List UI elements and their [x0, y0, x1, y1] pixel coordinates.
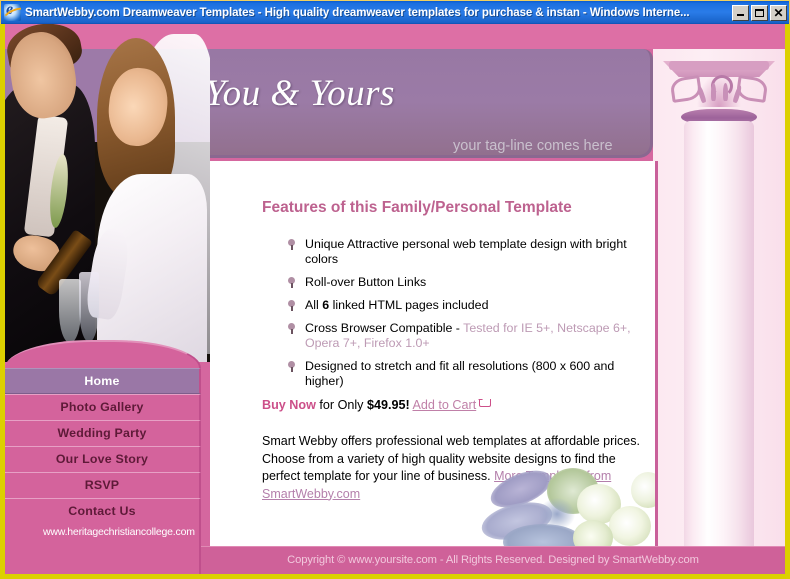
close-button[interactable]: ✕: [770, 4, 787, 21]
main-navigation: Home Photo Gallery Wedding Party Our Lov…: [5, 340, 201, 524]
wedding-couple-photo: [5, 24, 210, 362]
window-titlebar: SmartWebby.com Dreamweaver Templates - H…: [0, 0, 790, 24]
feature-text: Cross Browser Compatible -: [305, 321, 464, 335]
footer-bar: Copyright © www.yoursite.com - All Right…: [201, 546, 785, 574]
nav-rounded-cap: [5, 340, 201, 368]
add-to-cart-link[interactable]: Add to Cart: [413, 398, 477, 412]
buy-now-label: Buy Now: [262, 398, 316, 412]
description-paragraph: Smart Webby offers professional web temp…: [262, 433, 654, 503]
copyright-text: Copyright © www.yoursite.com - All Right…: [287, 554, 699, 566]
bullet-pin-icon: [288, 277, 295, 288]
feature-text-prefix: All: [305, 298, 323, 312]
maximize-button[interactable]: [751, 4, 768, 21]
bullet-pin-icon: [288, 323, 295, 334]
feature-text: Roll-over Button Links: [305, 275, 427, 289]
list-item: Designed to stretch and fit all resoluti…: [286, 359, 655, 389]
page-title: Features of this Family/Personal Templat…: [262, 199, 572, 216]
website-root: You & Yours your tag-line comes here Fea…: [5, 24, 785, 574]
feature-text-suffix: linked HTML pages included: [329, 298, 489, 312]
feature-text: Unique Attractive personal web template …: [305, 237, 627, 266]
internet-explorer-icon: [4, 4, 21, 21]
list-item: Cross Browser Compatible - Tested for IE…: [286, 321, 655, 351]
nav-item-rsvp[interactable]: RSVP: [5, 472, 201, 498]
flower-lavender: [477, 495, 557, 547]
minimize-button[interactable]: [732, 4, 749, 21]
champagne-glass: [79, 272, 99, 342]
site-tagline: your tag-line comes here: [453, 138, 613, 154]
features-list: Unique Attractive personal web template …: [286, 237, 655, 397]
minimize-icon: [737, 14, 744, 16]
site-title: You & Yours: [205, 73, 395, 114]
bullet-pin-icon: [288, 239, 295, 250]
close-icon: ✕: [773, 5, 784, 20]
price-label: $49.95!: [366, 398, 410, 412]
nav-item-wedding-party[interactable]: Wedding Party: [5, 420, 201, 446]
decorative-pillar-graphic: [653, 49, 785, 549]
window-controls: ✕: [732, 4, 787, 21]
pillar-shaft: [684, 121, 754, 549]
content-panel: Features of this Family/Personal Templat…: [210, 161, 658, 561]
flower-white: [609, 506, 651, 546]
shopping-cart-icon[interactable]: [478, 399, 492, 410]
list-item: Roll-over Button Links: [286, 275, 655, 290]
browser-window: SmartWebby.com Dreamweaver Templates - H…: [0, 0, 790, 579]
for-only-label: for Only: [315, 398, 367, 412]
nav-item-photo-gallery[interactable]: Photo Gallery: [5, 394, 201, 420]
list-item: Unique Attractive personal web template …: [286, 237, 655, 267]
browser-viewport[interactable]: You & Yours your tag-line comes here Fea…: [0, 24, 790, 579]
nav-item-home[interactable]: Home: [5, 368, 201, 394]
college-url-label: www.heritagechristiancollege.com: [43, 526, 195, 538]
window-title: SmartWebby.com Dreamweaver Templates - H…: [25, 6, 690, 19]
bullet-pin-icon: [288, 361, 295, 372]
pillar-leaf-icon: [723, 83, 728, 101]
list-item: All 6 linked HTML pages included: [286, 298, 655, 313]
champagne-glass: [59, 279, 81, 343]
pillar-capital-top: [669, 61, 769, 70]
pillar-leaf-icon: [711, 83, 716, 101]
maximize-icon: [755, 8, 764, 17]
buy-now-line: Buy Now for Only $49.95! Add to Cart: [262, 398, 492, 412]
bullet-pin-icon: [288, 300, 295, 311]
nav-item-our-love-story[interactable]: Our Love Story: [5, 446, 201, 472]
feature-text: Designed to stretch and fit all resoluti…: [305, 359, 615, 388]
